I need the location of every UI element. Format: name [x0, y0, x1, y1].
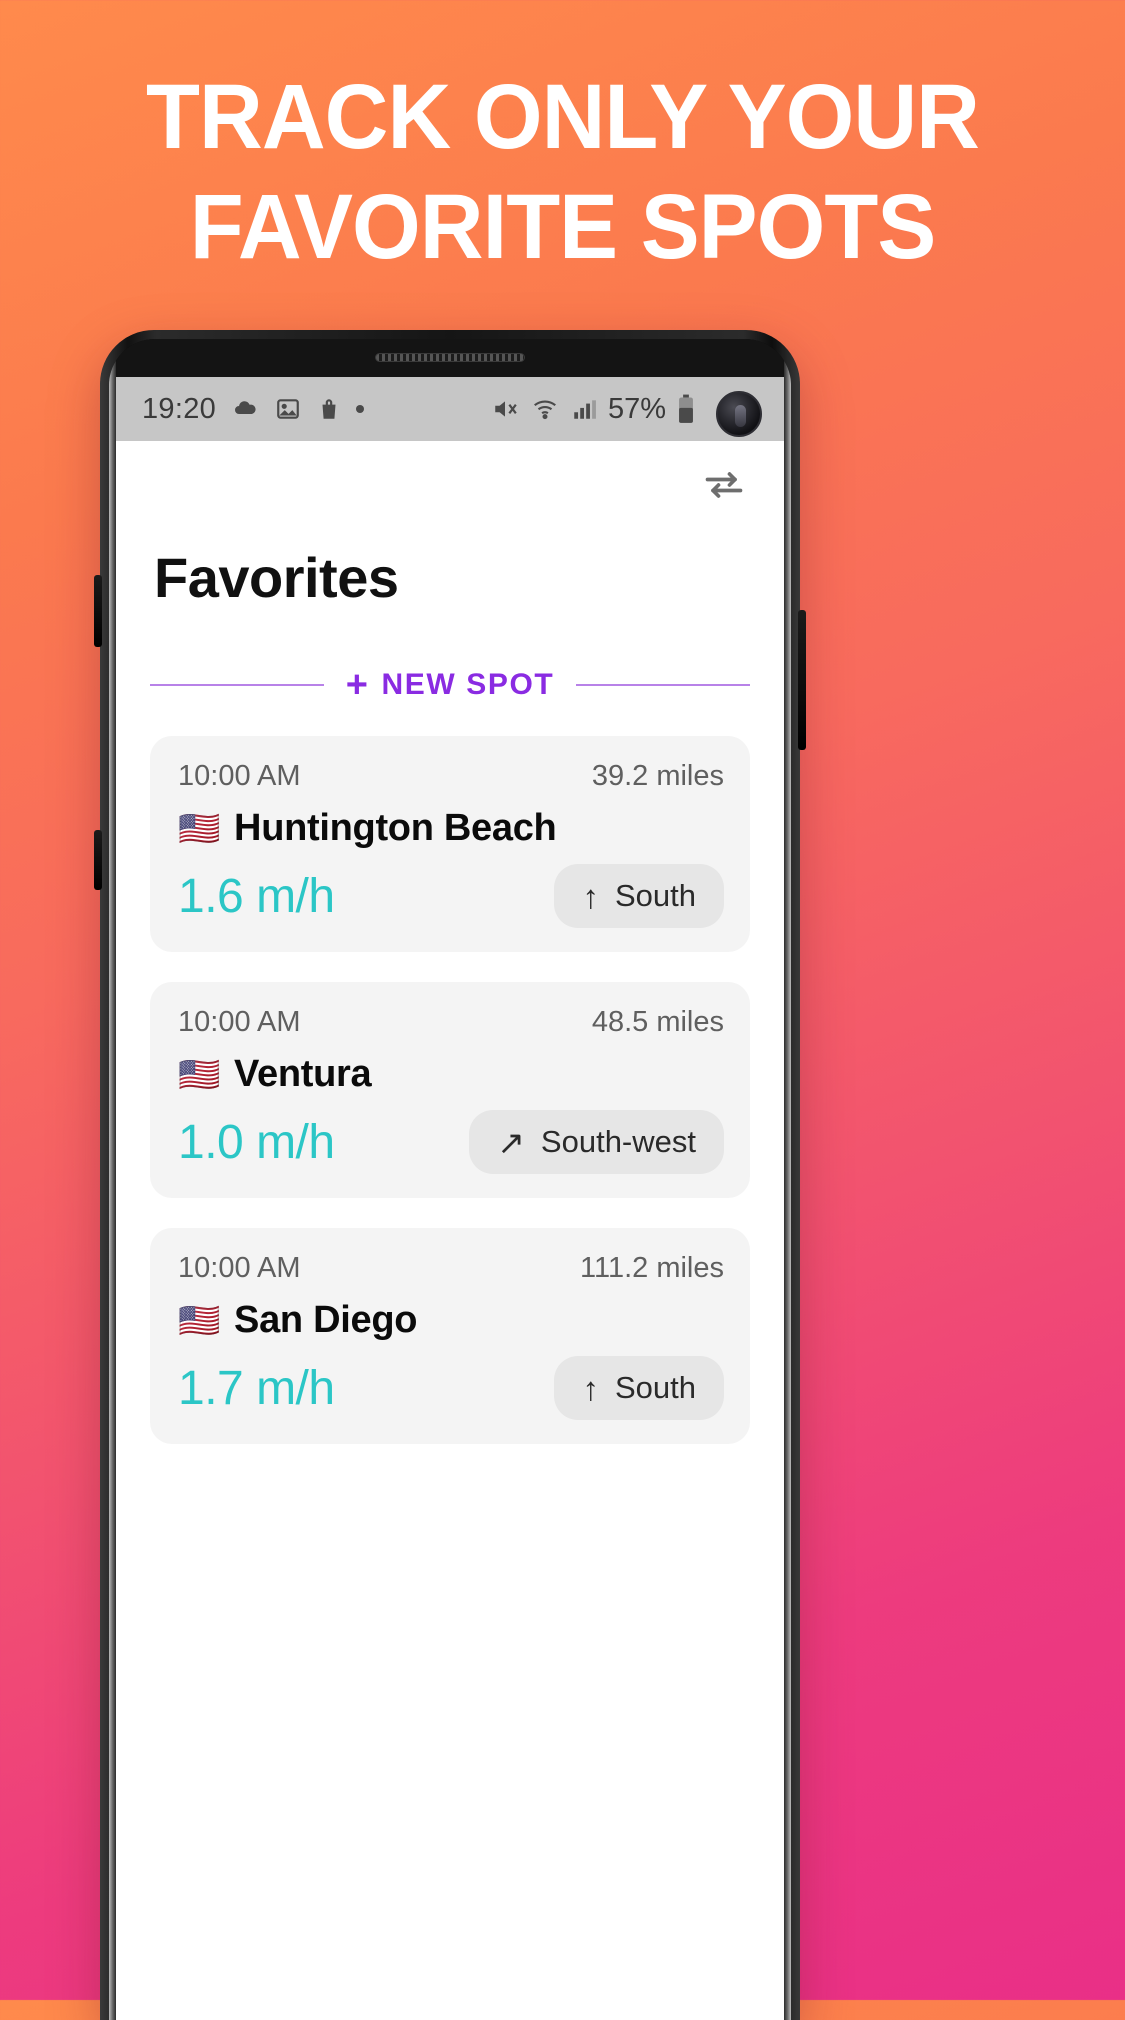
volume-down-button[interactable]: [94, 830, 102, 890]
card-title-row: 🇺🇸 San Diego: [178, 1299, 724, 1342]
card-direction-label: South: [614, 878, 696, 913]
card-distance: 111.2 miles: [580, 1252, 724, 1284]
card-direction-label: South-west: [540, 1124, 696, 1159]
power-button[interactable]: [798, 610, 806, 750]
plus-icon: +: [345, 664, 370, 706]
country-flag-icon: 🇺🇸: [178, 809, 221, 848]
dot-icon: [356, 405, 365, 413]
card-distance: 48.5 miles: [591, 1006, 724, 1038]
swap-units-icon[interactable]: [702, 463, 746, 507]
card-metrics-row: 1.6 m/h ↑ South: [178, 864, 724, 928]
new-spot-row: + NEW SPOT: [150, 664, 751, 706]
card-header-row: 10:00 AM 48.5 miles: [178, 1006, 724, 1039]
phone-body: 19:20 57% Favorites + NEW SPOT 10:00 AM …: [109, 339, 791, 2020]
cloud-icon: [230, 397, 260, 421]
promo-headline: TRACK ONLY YOUR FAVORITE SPOTS: [23, 62, 1103, 282]
card-header-row: 10:00 AM 111.2 miles: [178, 1252, 724, 1285]
wifi-icon: [530, 396, 560, 422]
country-flag-icon: 🇺🇸: [178, 1055, 221, 1094]
mute-icon: [490, 396, 520, 422]
card-time: 10:00 AM: [178, 1006, 301, 1038]
favorites-list: 10:00 AM 39.2 miles 🇺🇸 Huntington Beach …: [150, 736, 750, 1444]
status-bar-clock: 19:20: [142, 392, 217, 425]
card-metrics-row: 1.7 m/h ↑ South: [178, 1356, 724, 1420]
card-spot-name: Huntington Beach: [234, 807, 557, 849]
card-header-row: 10:00 AM 39.2 miles: [178, 760, 724, 793]
phone-right-edge: [784, 339, 791, 2020]
card-spot-name: Ventura: [234, 1053, 372, 1095]
status-bar: 19:20 57%: [116, 377, 784, 441]
card-metrics-row: 1.0 m/h ↗ South-west: [178, 1110, 724, 1174]
status-bar-left: 19:20: [142, 392, 365, 426]
card-time: 10:00 AM: [178, 1252, 301, 1284]
country-flag-icon: 🇺🇸: [178, 1301, 221, 1340]
shopping-bag-icon: [316, 396, 342, 422]
card-direction-label: South: [614, 1370, 696, 1405]
signal-icon: [570, 396, 598, 422]
battery-percentage: 57%: [607, 392, 666, 425]
direction-arrow-icon: ↑: [582, 877, 599, 915]
card-title-row: 🇺🇸 Huntington Beach: [178, 807, 724, 850]
card-title-row: 🇺🇸 Ventura: [178, 1053, 724, 1096]
card-direction-pill[interactable]: ↑ South: [554, 864, 724, 928]
list-item[interactable]: 10:00 AM 48.5 miles 🇺🇸 Ventura 1.0 m/h ↗…: [150, 982, 750, 1198]
app-content: Favorites + NEW SPOT 10:00 AM 39.2 miles…: [116, 441, 784, 2020]
list-item[interactable]: 10:00 AM 39.2 miles 🇺🇸 Huntington Beach …: [150, 736, 750, 952]
phone-screen: 19:20 57% Favorites + NEW SPOT 10:00 AM …: [116, 377, 784, 2020]
card-distance: 39.2 miles: [591, 760, 724, 792]
card-speed: 1.0 m/h: [178, 1115, 335, 1169]
divider-left: [150, 684, 324, 686]
front-camera-icon: [716, 391, 762, 437]
image-icon: [274, 396, 302, 422]
direction-arrow-icon: ↑: [582, 1369, 599, 1407]
headline-line-2: FAVORITE SPOTS: [189, 176, 937, 278]
list-item[interactable]: 10:00 AM 111.2 miles 🇺🇸 San Diego 1.7 m/…: [150, 1228, 750, 1444]
card-direction-pill[interactable]: ↗ South-west: [469, 1110, 724, 1174]
battery-icon: [676, 394, 696, 424]
phone-left-edge: [109, 339, 116, 2020]
card-speed: 1.7 m/h: [178, 1361, 335, 1415]
card-time: 10:00 AM: [178, 760, 301, 792]
page-title: Favorites: [154, 546, 399, 609]
add-new-spot-label: NEW SPOT: [381, 668, 555, 701]
phone-top-bezel: [109, 339, 791, 377]
volume-up-button[interactable]: [94, 575, 102, 647]
card-speed: 1.6 m/h: [178, 869, 335, 923]
divider-right: [576, 684, 751, 686]
headline-line-1: TRACK ONLY YOUR: [146, 66, 980, 168]
card-direction-pill[interactable]: ↑ South: [554, 1356, 724, 1420]
earpiece-speaker-icon: [375, 353, 525, 362]
card-spot-name: San Diego: [234, 1299, 418, 1341]
direction-arrow-icon: ↗: [497, 1123, 525, 1161]
add-new-spot-button[interactable]: + NEW SPOT: [345, 664, 555, 706]
phone-mockup: 19:20 57% Favorites + NEW SPOT 10:00 AM …: [94, 330, 806, 2020]
app-top-bar: [150, 441, 750, 529]
